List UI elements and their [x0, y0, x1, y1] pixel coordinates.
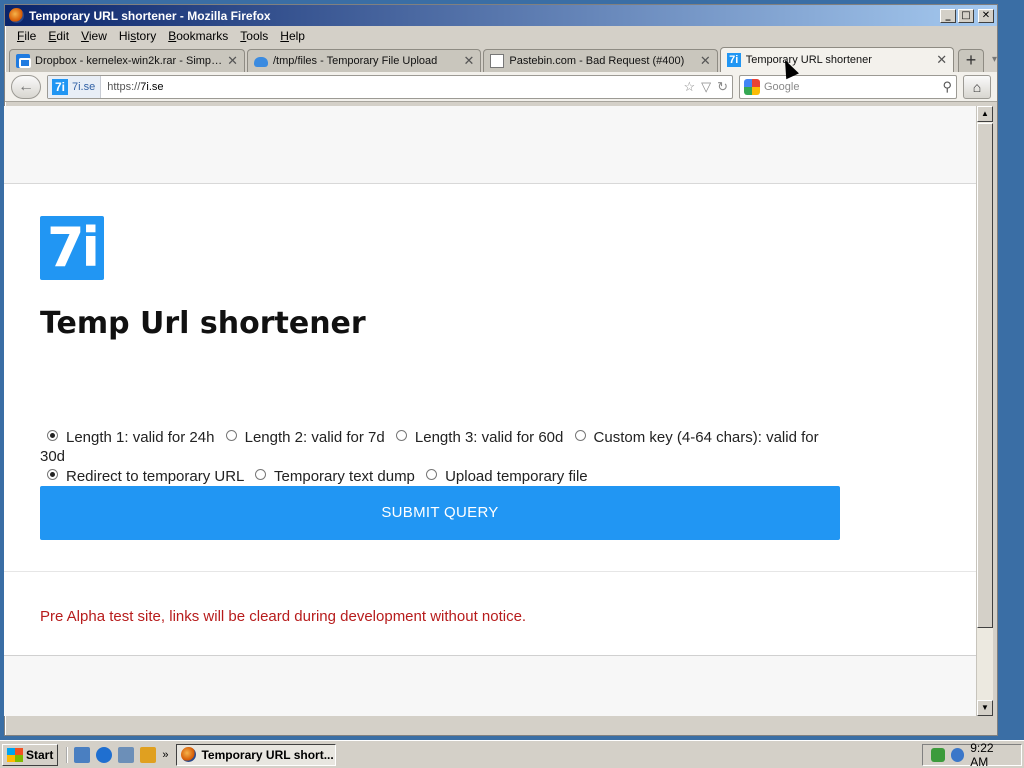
pre-alpha-notice: Pre Alpha test site, links will be clear…	[40, 608, 527, 625]
url-history-dropdown-icon[interactable]: ▽	[701, 79, 711, 95]
length-3-option[interactable]: Length 3: valid for 60d	[389, 429, 563, 446]
window-title: Temporary URL shortener - Mozilla Firefo…	[29, 8, 271, 23]
options-form: Length 1: valid for 24h Length 2: valid …	[40, 428, 840, 487]
window-controls: _ □ ✕	[940, 8, 994, 23]
quick-launch-more-icon[interactable]: »	[162, 749, 168, 761]
title-bar[interactable]: Temporary URL shortener - Mozilla Firefo…	[5, 5, 997, 26]
firefox-icon	[9, 8, 24, 23]
pastebin-icon	[490, 54, 505, 68]
submit-query-button[interactable]: SUBMIT QUERY	[40, 486, 840, 540]
search-icon[interactable]: ⚲	[942, 79, 952, 95]
menu-bar: File Edit View History Bookmarks Tools H…	[5, 26, 997, 46]
reload-icon[interactable]: ↻	[717, 79, 728, 95]
system-tray: 9:22 AM	[922, 741, 1022, 768]
start-button[interactable]: Start	[2, 743, 59, 766]
tab-label: Dropbox - kernelex-win2k.rar - Simplify …	[35, 55, 224, 67]
minimize-button[interactable]: _	[940, 8, 956, 23]
tab-label: Pastebin.com - Bad Request (#400)	[509, 55, 685, 67]
firefox-icon	[181, 747, 197, 762]
tab-tmp-files[interactable]: /tmp/files - Temporary File Upload ✕	[247, 49, 482, 72]
7i-icon: 7i	[726, 53, 741, 67]
length-3-radio[interactable]	[395, 430, 407, 441]
clock[interactable]: 9:22 AM	[970, 741, 1013, 768]
menu-view[interactable]: View	[75, 29, 113, 43]
scroll-down-button[interactable]: ▼	[977, 700, 993, 716]
home-button[interactable]: ⌂	[963, 74, 991, 99]
site-identity-label: 7i.se	[72, 80, 96, 93]
type-options: Redirect to temporary URL Temporary text…	[40, 467, 840, 486]
tab-close-icon[interactable]: ✕	[700, 53, 711, 69]
menu-file[interactable]: File	[11, 29, 42, 43]
google-icon[interactable]	[744, 78, 760, 95]
show-desktop-icon[interactable]	[74, 746, 91, 763]
search-input[interactable]: Google	[764, 81, 938, 93]
menu-help[interactable]: Help	[274, 29, 311, 43]
length-1-radio[interactable]	[47, 430, 58, 441]
new-tab-button[interactable]: +	[958, 49, 984, 72]
bookmark-star-icon[interactable]: ☆	[683, 79, 695, 95]
search-bar[interactable]: Google ⚲	[739, 74, 957, 99]
tab-list-icon[interactable]: ▾	[992, 54, 997, 65]
tab-close-icon[interactable]: ✕	[936, 52, 947, 68]
7i-icon: 7i	[52, 78, 68, 95]
network-icon[interactable]	[931, 747, 945, 762]
tab-bar: Dropbox - kernelex-win2k.rar - Simplify …	[5, 46, 997, 72]
taskbar: Start » Temporary URL short... 9:22 AM	[0, 740, 1024, 768]
update-icon[interactable]	[950, 747, 965, 762]
redirect-radio[interactable]	[47, 469, 58, 480]
tab-dropbox[interactable]: Dropbox - kernelex-win2k.rar - Simplify …	[9, 49, 245, 72]
upload-file-option[interactable]: Upload temporary file	[419, 468, 588, 485]
dropbox-icon	[16, 54, 31, 68]
close-button[interactable]: ✕	[978, 8, 994, 23]
site-identity-button[interactable]: 7i 7i.se	[48, 75, 102, 98]
page-title: Temp Url shortener	[40, 306, 366, 341]
windows-logo-icon	[7, 747, 23, 762]
menu-tools[interactable]: Tools	[234, 29, 274, 43]
text-dump-radio[interactable]	[255, 469, 267, 480]
tab-close-icon[interactable]: ✕	[227, 53, 238, 69]
menu-history[interactable]: History	[113, 29, 162, 43]
length-2-radio[interactable]	[225, 430, 237, 441]
tab-temporary-url-shortener[interactable]: 7i Temporary URL shortener ✕	[719, 47, 955, 72]
back-button[interactable]: ←	[11, 74, 41, 99]
page-top-band	[4, 106, 976, 184]
internet-explorer-icon[interactable]	[96, 746, 113, 763]
quick-launch: »	[66, 746, 168, 763]
media-player-icon[interactable]	[140, 746, 157, 763]
menu-bookmarks[interactable]: Bookmarks	[162, 29, 234, 43]
length-2-option[interactable]: Length 2: valid for 7d	[219, 429, 385, 446]
scroll-thumb[interactable]	[977, 123, 993, 628]
page-viewport: 7i Temp Url shortener Length 1: valid fo…	[4, 106, 976, 716]
taskbar-firefox-button[interactable]: Temporary URL short...	[176, 743, 337, 766]
redirect-option[interactable]: Redirect to temporary URL	[40, 468, 244, 485]
site-logo: 7i	[40, 216, 104, 280]
notice-section: Pre Alpha test site, links will be clear…	[4, 572, 976, 656]
tab-pastebin[interactable]: Pastebin.com - Bad Request (#400) ✕	[483, 49, 718, 72]
custom-key-radio[interactable]	[574, 430, 586, 441]
menu-edit[interactable]: Edit	[42, 29, 75, 43]
length-1-option[interactable]: Length 1: valid for 24h	[40, 429, 214, 446]
navigation-bar: ← 7i 7i.se https://7i.se ☆ ▽ ↻ Google ⚲ …	[5, 72, 997, 102]
upload-file-radio[interactable]	[426, 469, 438, 480]
scroll-up-button[interactable]: ▲	[977, 106, 993, 122]
outlook-express-icon[interactable]	[118, 746, 135, 763]
tab-close-icon[interactable]: ✕	[463, 53, 474, 69]
url-input[interactable]: https://7i.se	[101, 81, 677, 93]
length-options: Length 1: valid for 24h Length 2: valid …	[40, 428, 840, 466]
maximize-button[interactable]: □	[958, 8, 974, 23]
url-bar[interactable]: 7i 7i.se https://7i.se ☆ ▽ ↻	[47, 74, 733, 99]
text-dump-option[interactable]: Temporary text dump	[248, 468, 415, 485]
cloud-icon	[254, 57, 268, 67]
tab-label: Temporary URL shortener	[745, 54, 872, 66]
vertical-scrollbar[interactable]: ▲ ▼	[976, 106, 993, 716]
page-main-section: 7i Temp Url shortener Length 1: valid fo…	[4, 184, 976, 572]
tab-label: /tmp/files - Temporary File Upload	[273, 55, 438, 67]
